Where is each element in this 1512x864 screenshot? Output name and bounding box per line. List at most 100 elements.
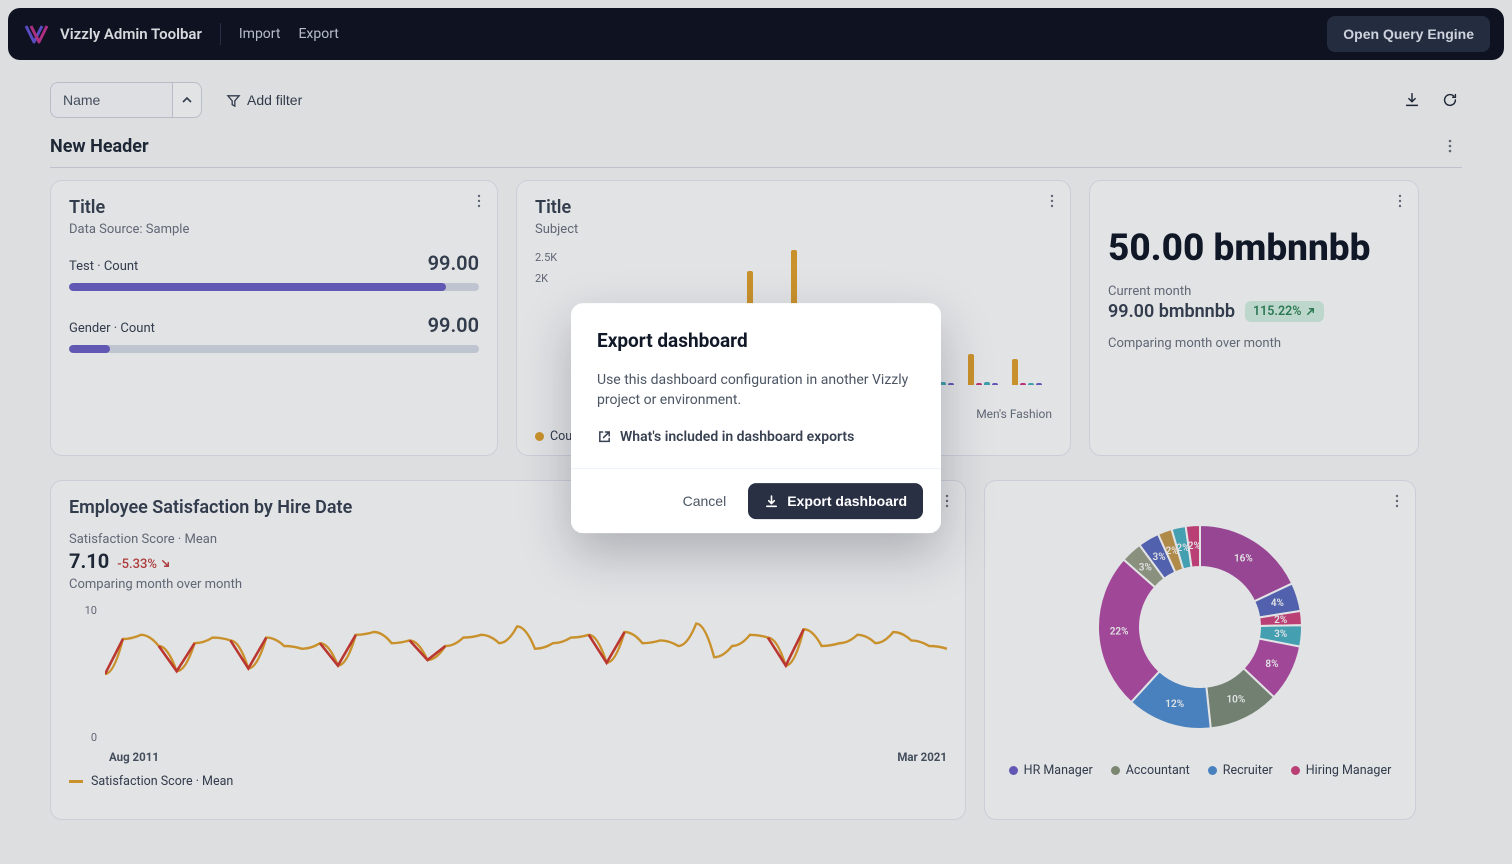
- donut-svg: 16%4%2%3%8%10%12%22%3%3%2%2%2%: [1080, 507, 1320, 747]
- export-dashboard-button[interactable]: Export dashboard: [748, 483, 923, 519]
- vertical-dots-icon: [1392, 193, 1408, 209]
- kpi-sub-label: Current month: [1108, 284, 1400, 299]
- legend-swatch-icon: [1009, 766, 1018, 775]
- modal-footer: Cancel Export dashboard: [571, 468, 941, 533]
- line-chart-y-ticks: 10 0: [69, 604, 97, 744]
- top-actions: [1400, 88, 1462, 112]
- legend-item: HR Manager: [1009, 763, 1093, 778]
- svg-text:10%: 10%: [1226, 695, 1245, 706]
- kpi-change-value: 115.22%: [1253, 304, 1301, 319]
- metric-row: Test · Count 99.00: [69, 251, 479, 291]
- card-menu-button[interactable]: [1389, 489, 1413, 513]
- line-chart-change: -5.33%: [117, 557, 171, 572]
- filter-row: Name Add filter: [50, 80, 1462, 120]
- card-menu-button[interactable]: [1044, 189, 1068, 213]
- y-tick: 10: [69, 604, 97, 617]
- arrow-up-right-icon: [1305, 306, 1316, 317]
- modal-help-link-label: What's included in dashboard exports: [620, 429, 854, 445]
- vertical-dots-icon: [939, 493, 955, 509]
- open-query-engine-button[interactable]: Open Query Engine: [1327, 16, 1490, 52]
- progress-track: [69, 345, 479, 353]
- export-dashboard-modal: Export dashboard Use this dashboard conf…: [571, 303, 941, 533]
- line-chart-value: 7.10: [69, 549, 109, 573]
- y-tick: 2K: [535, 272, 557, 285]
- admin-toolbar: Vizzly Admin Toolbar Import Export Open …: [8, 8, 1504, 60]
- legend-label: Accountant: [1126, 763, 1190, 778]
- export-link[interactable]: Export: [298, 26, 338, 42]
- bar-chart-y-ticks: 2.5K 2K: [535, 251, 557, 285]
- svg-text:22%: 22%: [1110, 626, 1129, 637]
- legend-swatch-icon: [1111, 766, 1120, 775]
- progress-track: [69, 283, 479, 291]
- legend-label: HR Manager: [1024, 763, 1093, 778]
- import-link[interactable]: Import: [239, 26, 281, 42]
- svg-text:2%: 2%: [1188, 541, 1201, 552]
- vertical-dots-icon: [1389, 493, 1405, 509]
- card-menu-button[interactable]: [471, 189, 495, 213]
- admin-toolbar-title: Vizzly Admin Toolbar: [60, 25, 202, 43]
- legend-item: Recruiter: [1208, 763, 1273, 778]
- section-header-title: New Header: [50, 136, 1462, 157]
- svg-text:16%: 16%: [1234, 554, 1253, 565]
- line-chart-value-row: 7.10 -5.33%: [69, 549, 171, 573]
- vertical-dots-icon: [1044, 193, 1060, 209]
- header-rule: [50, 167, 1462, 168]
- x-tick: Aug 2011: [109, 750, 159, 764]
- kpi-sub-value: 99.00 bmbnnbb: [1108, 301, 1235, 322]
- modal-title: Export dashboard: [597, 329, 915, 352]
- svg-text:3%: 3%: [1139, 562, 1152, 573]
- name-filter-select[interactable]: Name: [50, 82, 202, 118]
- vertical-dots-icon: [1442, 138, 1458, 154]
- card-title: Title: [69, 197, 479, 218]
- modal-description: Use this dashboard configuration in anot…: [597, 370, 915, 411]
- legend-item: Hiring Manager: [1291, 763, 1392, 778]
- donut-legend: HR Manager Accountant Recruiter Hiring Mana…: [1003, 763, 1397, 778]
- svg-text:8%: 8%: [1265, 659, 1278, 670]
- section-header: New Header: [50, 136, 1462, 168]
- card-subtitle: Data Source: Sample: [69, 222, 479, 237]
- download-button[interactable]: [1400, 88, 1424, 112]
- legend-swatch-icon: [1208, 766, 1217, 775]
- svg-text:12%: 12%: [1165, 699, 1184, 710]
- refresh-button[interactable]: [1438, 88, 1462, 112]
- divider: [220, 23, 221, 45]
- name-filter-caret-button[interactable]: [172, 82, 202, 118]
- metric-label: Gender · Count: [69, 321, 155, 336]
- legend-label: Satisfaction Score · Mean: [91, 774, 233, 789]
- card-menu-button[interactable]: [939, 489, 963, 513]
- donut-wrap: 16%4%2%3%8%10%12%22%3%3%2%2%2%: [1003, 507, 1397, 747]
- legend-swatch-icon: [535, 432, 544, 441]
- legend-swatch-icon: [69, 780, 83, 783]
- progress-fill: [69, 283, 446, 291]
- line-chart-footnote: Comparing month over month: [69, 577, 947, 592]
- card-progress: Title Data Source: Sample Test · Count 9…: [50, 180, 498, 456]
- section-header-menu-button[interactable]: [1438, 134, 1462, 158]
- modal-help-link[interactable]: What's included in dashboard exports: [597, 429, 854, 445]
- line-chart-legend: Satisfaction Score · Mean: [69, 774, 947, 789]
- svg-text:3%: 3%: [1274, 629, 1287, 640]
- chevron-up-icon: [181, 94, 193, 106]
- line-chart-x-ticks: Aug 2011 Mar 2021: [109, 750, 947, 764]
- legend-item: Accountant: [1111, 763, 1190, 778]
- arrow-down-right-icon: [160, 558, 171, 569]
- name-filter-dropdown[interactable]: Name: [50, 82, 172, 118]
- svg-text:3%: 3%: [1153, 552, 1166, 563]
- metric-row: Gender · Count 99.00: [69, 313, 479, 353]
- kpi-sub-row: 99.00 bmbnnbb 115.22%: [1108, 301, 1400, 322]
- metric-label: Test · Count: [69, 259, 138, 274]
- legend-label: Recruiter: [1223, 763, 1273, 778]
- metric-value: 99.00: [428, 251, 479, 275]
- card-donut-chart: 16%4%2%3%8%10%12%22%3%3%2%2%2% HR Manage…: [984, 480, 1416, 820]
- refresh-icon: [1441, 91, 1459, 109]
- kpi-big-value: 50.00 bmbnnbb: [1108, 227, 1400, 270]
- card-menu-button[interactable]: [1392, 189, 1416, 213]
- y-tick: 0: [69, 731, 97, 744]
- add-filter-button[interactable]: Add filter: [226, 92, 302, 108]
- download-icon: [1403, 91, 1421, 109]
- cancel-button[interactable]: Cancel: [675, 483, 735, 519]
- x-tick: Mar 2021: [897, 750, 947, 764]
- legend-swatch-icon: [1291, 766, 1300, 775]
- vizzly-logo-icon: [22, 23, 50, 45]
- line-chart-change-value: -5.33%: [117, 557, 157, 572]
- add-filter-label: Add filter: [247, 92, 302, 108]
